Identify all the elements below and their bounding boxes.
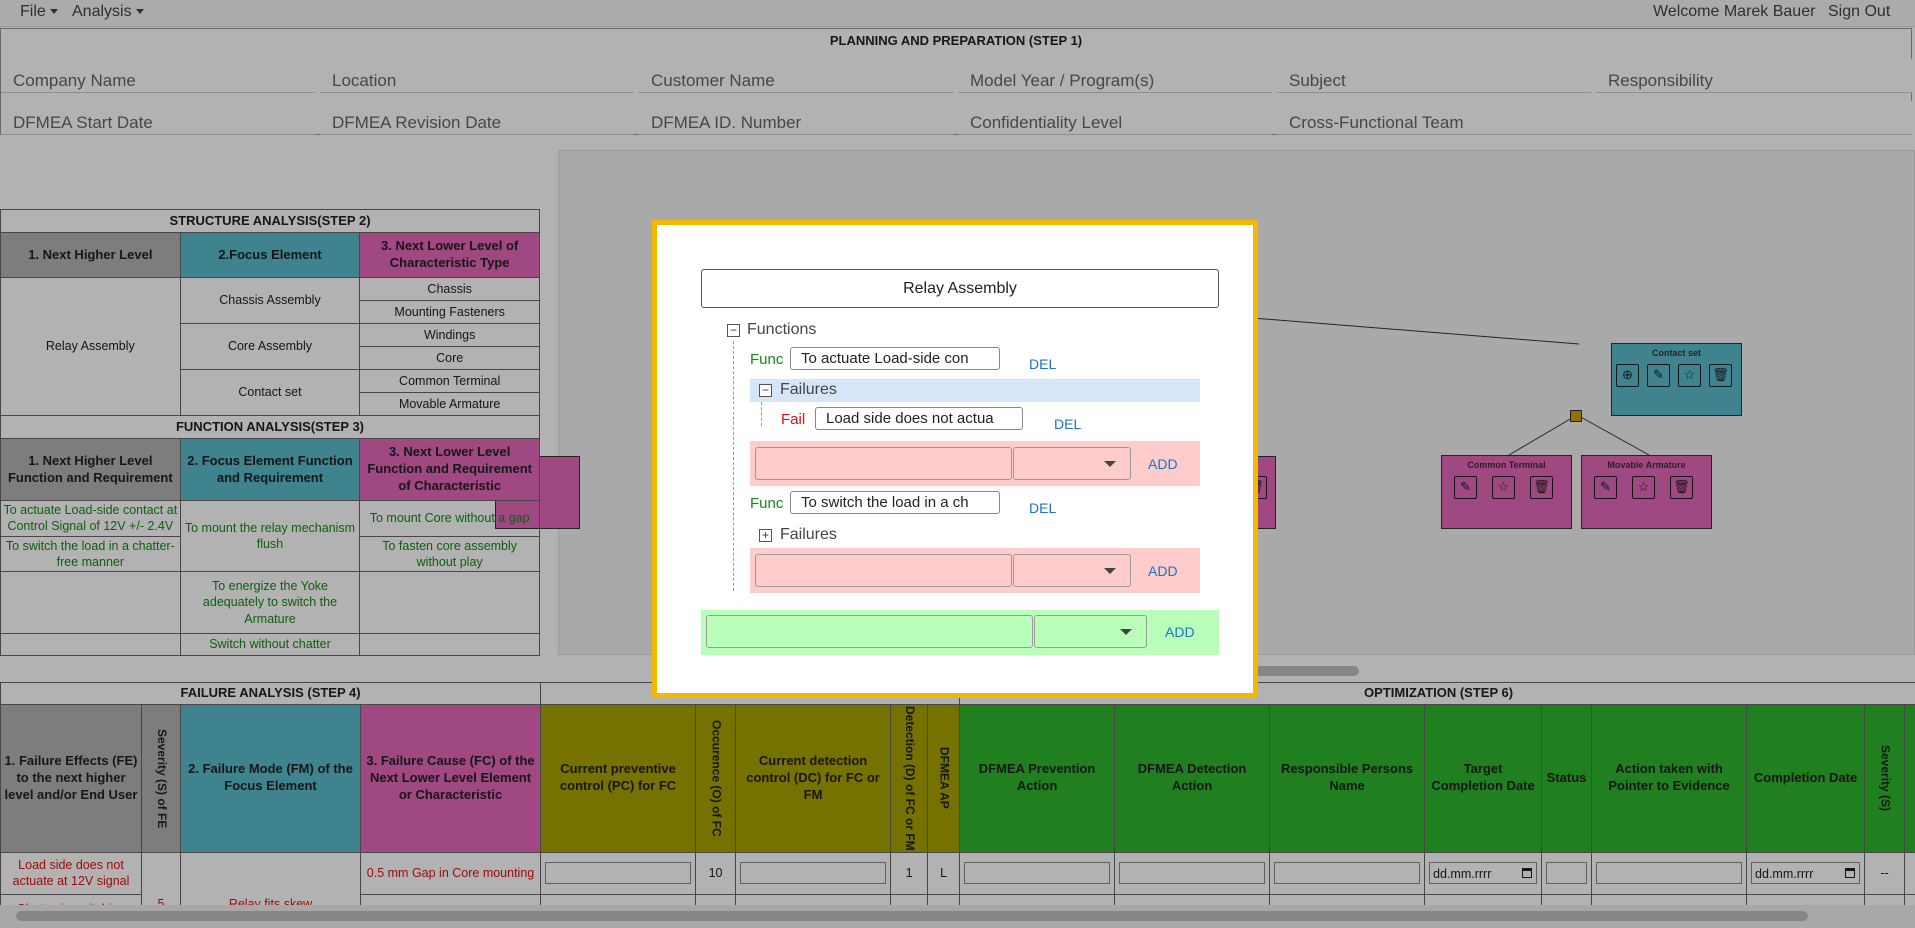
collapse-minus-icon[interactable]: − xyxy=(759,384,772,397)
new-failure-type-select-2[interactable] xyxy=(1013,554,1131,587)
chevron-down-icon xyxy=(1104,568,1116,574)
tree-line xyxy=(761,402,762,426)
func-tag-2: Func xyxy=(750,495,784,512)
add-function-row: ADD xyxy=(701,610,1219,655)
new-failure-input-1[interactable] xyxy=(755,447,1012,480)
add-failure-row-1: ADD xyxy=(750,441,1200,486)
failure-input-1[interactable]: Load side does not actua xyxy=(815,407,1023,430)
failures-header: − Failures xyxy=(750,379,1200,402)
failures-label-1: Failures xyxy=(780,381,837,398)
add-failure-row-2: ADD xyxy=(750,548,1200,593)
add-function-link[interactable]: ADD xyxy=(1165,624,1195,640)
function-input-2[interactable]: To switch the load in a ch xyxy=(790,491,1000,514)
failures-label-2: Failures xyxy=(780,526,837,543)
new-function-type-select[interactable] xyxy=(1034,615,1147,648)
func-tag-1: Func xyxy=(750,351,784,368)
add-failure-2-link[interactable]: ADD xyxy=(1148,563,1178,579)
functions-label: Functions xyxy=(747,321,817,338)
app-root: File Analysis Welcome Marek Bauer Sign O… xyxy=(0,0,1915,928)
chevron-down-icon xyxy=(1104,461,1116,467)
modal-title: Relay Assembly xyxy=(701,269,1219,308)
delete-function-2-link[interactable]: DEL xyxy=(1029,500,1056,516)
add-failure-1-link[interactable]: ADD xyxy=(1148,456,1178,472)
delete-function-1-link[interactable]: DEL xyxy=(1029,356,1056,372)
new-failure-input-2[interactable] xyxy=(755,554,1012,587)
tree-line xyxy=(733,341,734,591)
fail-tag-1: Fail xyxy=(781,411,806,428)
chevron-down-icon xyxy=(1120,629,1132,635)
new-failure-type-select-1[interactable] xyxy=(1013,447,1131,480)
delete-failure-1-link[interactable]: DEL xyxy=(1054,416,1081,432)
collapse-minus-icon[interactable]: − xyxy=(727,324,740,337)
function-input-1[interactable]: To actuate Load-side con xyxy=(790,347,1000,370)
new-function-input[interactable] xyxy=(706,615,1033,648)
function-failure-modal: Relay Assembly − Functions Func To actua… xyxy=(652,220,1258,698)
expand-plus-icon[interactable]: + xyxy=(759,529,772,542)
